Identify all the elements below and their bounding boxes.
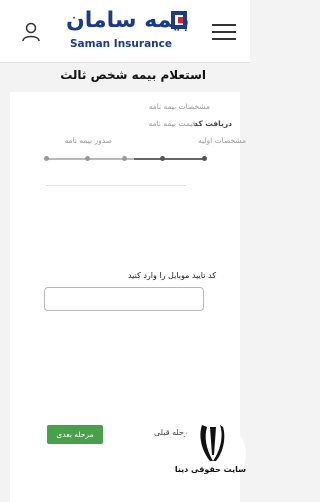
next-step-button[interactable]: مرحله بعدی: [47, 425, 103, 444]
step-dot-2: [160, 156, 165, 161]
page-title: استعلام بیمه شخص ثالث: [60, 68, 206, 82]
stepper-progress: [134, 158, 204, 160]
step-label-initial-info: مشخصات اولیه: [197, 136, 246, 145]
step-label-policy-price: قیمت بیمه نامه: [148, 119, 196, 128]
step-dot-4: [85, 156, 90, 161]
step-dot-3: [122, 156, 127, 161]
user-icon[interactable]: [20, 21, 42, 43]
step-label-get-code: دریافت کد: [194, 119, 232, 128]
step-dot-1: [202, 156, 207, 161]
app-header: بیمه سامان Saman Insurance: [0, 0, 250, 63]
pen-nib-icon: [200, 425, 225, 461]
code-field-label: کد تایید موبایل را وارد کنید: [127, 271, 216, 280]
hamburger-menu-icon[interactable]: [212, 24, 236, 40]
step-dot-5: [44, 156, 49, 161]
step-label-policy-details: مشخصات بیمه نامه: [148, 102, 210, 111]
saman-logo[interactable]: بیمه سامان Saman Insurance: [62, 8, 190, 52]
section-divider: [46, 185, 186, 186]
step-label-policy-issue: صدور بیمه نامه: [64, 136, 112, 145]
logo-mark-icon: [171, 11, 187, 29]
watermark-text: سایت حقوقی دینا: [174, 465, 246, 474]
verification-code-input[interactable]: [44, 287, 204, 311]
watermark-badge: [180, 421, 246, 487]
logo-english-text: Saman Insurance: [70, 38, 172, 50]
